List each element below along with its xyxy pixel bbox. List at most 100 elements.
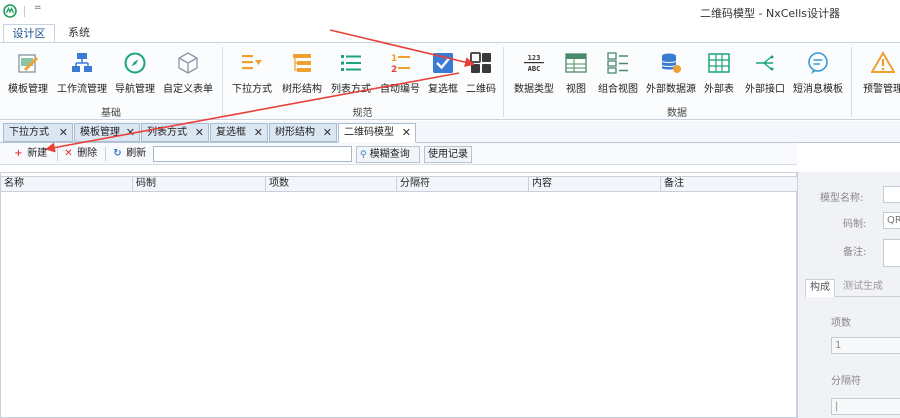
chat-bubble-icon	[808, 52, 828, 74]
alert-mgmt-button[interactable]: 预警管理	[858, 47, 900, 99]
column-header-item-count[interactable]: 项数	[266, 177, 397, 192]
group-separator	[851, 47, 852, 117]
template-mgmt-button[interactable]: 模板管理	[4, 47, 52, 99]
auto-number-label: 自动编号	[380, 84, 420, 95]
code-system-select[interactable]: QR	[883, 212, 900, 229]
tab-design-area[interactable]: 设计区	[3, 24, 55, 43]
workflow-mgmt-button[interactable]: 工作流管理	[54, 47, 110, 99]
delete-x-icon: ✕	[64, 148, 73, 159]
close-icon[interactable]: ✕	[59, 124, 68, 141]
delete-button[interactable]: ✕ 删除	[63, 146, 97, 162]
tree-structure-icon	[293, 54, 311, 72]
data-type-label: 数据类型	[514, 84, 554, 95]
external-ds-label: 外部数据源	[646, 84, 696, 95]
new-button[interactable]: + 新建	[13, 146, 47, 162]
search-input[interactable]	[153, 146, 352, 162]
data-type-icon: 123 ABC	[524, 54, 544, 73]
external-table-button[interactable]: 外部表	[700, 47, 738, 99]
group-label-standard: 规范	[352, 108, 373, 119]
tab-system[interactable]: 系统	[62, 24, 96, 43]
external-api-button[interactable]: 外部接口	[740, 47, 790, 99]
quick-access-menu-icon[interactable]: =	[34, 3, 42, 13]
template-mgmt-label: 模板管理	[8, 84, 48, 95]
title-bar: = 二维码模型 - NxCells设计器	[0, 0, 900, 24]
new-button-label: 新建	[27, 148, 48, 159]
list-icon	[341, 55, 361, 71]
template-edit-icon	[18, 54, 38, 73]
quick-access-separator	[24, 6, 25, 17]
data-type-icon-letters: ABC	[528, 65, 541, 73]
window-title: 二维码模型 - NxCells设计器	[700, 7, 840, 20]
column-header-content[interactable]: 内容	[529, 177, 661, 192]
doc-tab-qrcode-model[interactable]: 二维码模型 ✕	[338, 123, 416, 143]
item-count-label: 项数	[831, 318, 851, 329]
group-label-data: 数据	[667, 108, 687, 119]
nav-mgmt-label: 导航管理	[115, 84, 155, 95]
document-tab-bar: 下拉方式 ✕ 模板管理 ✕ 列表方式 ✕ 复选框 ✕ 树形结构 ✕ 二维码模型 …	[0, 121, 900, 143]
ribbon-tab-bar: 设计区 系统	[0, 24, 900, 43]
column-header-separator[interactable]: 分隔符	[397, 177, 529, 192]
workflow-mgmt-label: 工作流管理	[57, 84, 107, 95]
fuzzy-query-label: 模糊查询	[369, 149, 410, 160]
fuzzy-query-button[interactable]: ⚲ 模糊查询	[356, 146, 420, 163]
toolbar-separator	[57, 147, 58, 161]
interface-plug-icon	[756, 55, 774, 71]
column-header-name[interactable]: 名称	[1, 177, 133, 192]
tab-test-generate[interactable]: 测试生成	[839, 279, 887, 297]
view-label: 视图	[566, 84, 586, 95]
app-logo-icon	[3, 4, 17, 18]
external-ds-button[interactable]: 外部数据源	[644, 47, 698, 99]
external-table-label: 外部表	[704, 84, 734, 95]
list-mode-button[interactable]: 列表方式	[327, 47, 375, 99]
tab-composition[interactable]: 构成	[805, 279, 835, 297]
doc-tab-template-mgmt[interactable]: 模板管理 ✕	[74, 123, 140, 142]
close-icon[interactable]: ✕	[402, 124, 411, 141]
item-count-input[interactable]: 1	[831, 337, 900, 354]
external-api-label: 外部接口	[745, 84, 785, 95]
doc-tab-dropdown-mode[interactable]: 下拉方式 ✕	[3, 123, 73, 142]
compass-icon	[124, 52, 146, 74]
qrcode-button[interactable]: 二维码	[463, 47, 499, 99]
checkbox-label: 复选框	[428, 84, 458, 95]
qrcode-icon	[470, 52, 491, 73]
custom-form-button[interactable]: 自定义表单	[160, 47, 216, 99]
column-header-remark[interactable]: 备注	[661, 177, 796, 192]
combined-view-button[interactable]: 组合视图	[594, 47, 642, 99]
qrcode-model-table: 名称 码制 项数 分隔符 内容 备注	[0, 172, 798, 418]
doc-tab-label: 下拉方式	[9, 127, 49, 138]
close-icon[interactable]: ✕	[254, 124, 263, 141]
close-icon[interactable]: ✕	[323, 124, 332, 141]
auto-number-button[interactable]: 1 2 自动编号	[376, 47, 424, 99]
checkbox-button[interactable]: 复选框	[424, 47, 462, 99]
separator-input[interactable]: |	[831, 398, 900, 415]
close-icon[interactable]: ✕	[195, 124, 204, 141]
doc-tab-list-mode[interactable]: 列表方式 ✕	[141, 123, 209, 142]
separator-label: 分隔符	[831, 376, 861, 387]
sms-template-button[interactable]: 短消息模板	[790, 47, 846, 99]
view-button[interactable]: 视图	[560, 47, 592, 99]
dropdown-list-icon	[242, 55, 262, 70]
data-type-button[interactable]: 123 ABC 数据类型	[510, 47, 558, 99]
close-icon[interactable]: ✕	[126, 124, 135, 141]
usage-history-button[interactable]: 使用记录	[424, 146, 472, 163]
column-header-code-system[interactable]: 码制	[133, 177, 266, 192]
combined-view-label: 组合视图	[598, 84, 638, 95]
doc-tab-label: 模板管理	[80, 127, 120, 138]
model-name-input[interactable]	[883, 186, 900, 203]
refresh-button[interactable]: ↻ 刷新	[112, 146, 146, 162]
refresh-icon: ↻	[113, 148, 122, 159]
tree-struct-button[interactable]: 树形结构	[278, 47, 326, 99]
doc-tab-label: 树形结构	[275, 127, 315, 138]
doc-tab-checkbox[interactable]: 复选框 ✕	[210, 123, 268, 142]
dropdown-mode-button[interactable]: 下拉方式	[228, 47, 276, 99]
doc-tab-tree-struct[interactable]: 树形结构 ✕	[269, 123, 337, 142]
database-icon	[661, 53, 681, 73]
panel-tab-bar: 构成 测试生成	[805, 279, 900, 297]
remark-textarea[interactable]	[883, 239, 900, 267]
model-name-label: 模型名称:	[820, 193, 864, 204]
ribbon-panel: 模板管理 工作流管理 导航管理 自定义表单 基础 下拉方式 树形结构 列表方式 …	[0, 42, 900, 120]
checkbox-checked-icon	[433, 53, 453, 73]
svg-text:1: 1	[391, 54, 397, 64]
nav-mgmt-button[interactable]: 导航管理	[112, 47, 158, 99]
doc-tab-label: 列表方式	[147, 127, 187, 138]
